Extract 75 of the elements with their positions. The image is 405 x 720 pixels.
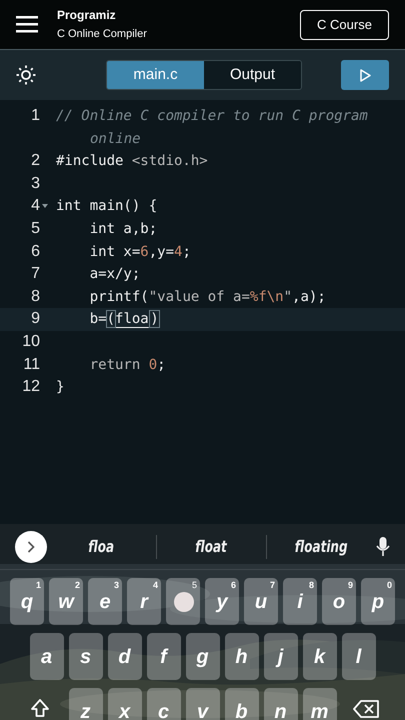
keyboard-key[interactable]: p 0 (361, 578, 395, 625)
key-hint: 7 (270, 579, 275, 592)
keyboard-key[interactable]: n (264, 688, 298, 720)
code-line: return 0; (88, 356, 167, 375)
key-hint: 8 (308, 579, 314, 592)
run-button[interactable] (341, 60, 389, 90)
play-icon (360, 68, 370, 82)
key-hint: 4 (152, 579, 158, 592)
keyboard-key[interactable]: q 1 (10, 578, 44, 625)
keyboard-key[interactable]: h (224, 633, 258, 680)
code-line: // Online C compiler to run C program online (56, 107, 369, 149)
code-line: int x=6,y=4; (88, 242, 192, 262)
keyboard-key[interactable]: x (108, 688, 142, 720)
keyboard-key[interactable]: g (186, 633, 220, 680)
fold-arrow-icon[interactable] (42, 204, 48, 208)
key-hint: 6 (230, 579, 236, 592)
keyboard-key[interactable]: y 6 (205, 578, 239, 625)
file-tab[interactable]: main.c (107, 61, 204, 89)
line-number: 3 (31, 174, 40, 194)
keyboard-key[interactable]: f (146, 633, 180, 680)
suggestion-chip[interactable]: floating (295, 534, 348, 558)
file-tab[interactable]: Output (204, 61, 301, 89)
suggestion-chip[interactable]: float (196, 534, 228, 558)
suggestion-chip[interactable]: floa (88, 534, 114, 558)
line-number: 7 (31, 264, 40, 284)
keyboard-key[interactable]: 5 (166, 578, 200, 625)
code-line: int a,b; (88, 220, 158, 239)
keyboard-key[interactable]: j (264, 633, 298, 680)
keyboard-key[interactable]: k (302, 633, 336, 680)
line-number: 10 (22, 332, 40, 352)
code-line: } (56, 378, 66, 398)
line-number: 8 (31, 286, 40, 307)
keyboard-key[interactable]: a (30, 633, 64, 680)
line-number: 11 (23, 354, 40, 375)
keyboard-key[interactable]: c (146, 688, 180, 720)
keyboard-key[interactable]: e 3 (88, 578, 122, 625)
keyboard-key[interactable]: o 9 (322, 578, 356, 625)
keyboard-key[interactable]: l (342, 633, 376, 680)
keyboard-key[interactable]: i 8 (283, 578, 317, 625)
key-hint: 3 (114, 579, 119, 592)
logo: Programiz (57, 8, 117, 22)
key-hint: 5 (192, 579, 197, 592)
keyboard-key[interactable]: z (68, 688, 102, 720)
code-line: #include <stdio.h> (56, 152, 209, 172)
code-line: a=x/y; (88, 265, 142, 284)
theme-toggle-icon[interactable] (16, 65, 36, 85)
key-hint: 2 (74, 579, 80, 592)
page-subtitle: C Online Compiler (57, 27, 147, 41)
menu-icon[interactable] (16, 16, 38, 33)
keyboard-key[interactable]: r 4 (127, 578, 161, 625)
code-line: printf("value of a=%f\n",a); (88, 288, 327, 307)
chevron-right-icon (27, 540, 35, 552)
keyboard-key[interactable]: u 7 (244, 578, 278, 625)
keyboard-key[interactable]: b (224, 688, 258, 720)
line-number: 12 (22, 377, 40, 398)
keyboard-key[interactable]: s (68, 633, 102, 680)
line-number: 6 (31, 242, 40, 262)
microphone-icon[interactable] (376, 536, 390, 556)
line-number: 9 (31, 309, 40, 330)
keyboard-key[interactable]: d (108, 633, 142, 680)
course-button[interactable]: C Course (300, 10, 389, 40)
keyboard-key[interactable]: w 2 (49, 578, 83, 625)
key-hint: 1 (36, 579, 41, 592)
keyboard-key[interactable]: v (186, 688, 220, 720)
code-line: b=(floa) (88, 310, 160, 330)
key-hint: 9 (348, 579, 353, 592)
key-hint: 0 (386, 579, 392, 592)
line-number: 4 (31, 196, 40, 216)
line-number: 2 (31, 151, 40, 172)
backspace-icon[interactable] (352, 700, 378, 718)
shift-icon[interactable] (30, 698, 50, 718)
line-number: 5 (31, 218, 40, 239)
keyboard-key[interactable]: m (302, 688, 336, 720)
code-line: int main() { (56, 197, 158, 216)
line-number: 1 (31, 106, 40, 126)
